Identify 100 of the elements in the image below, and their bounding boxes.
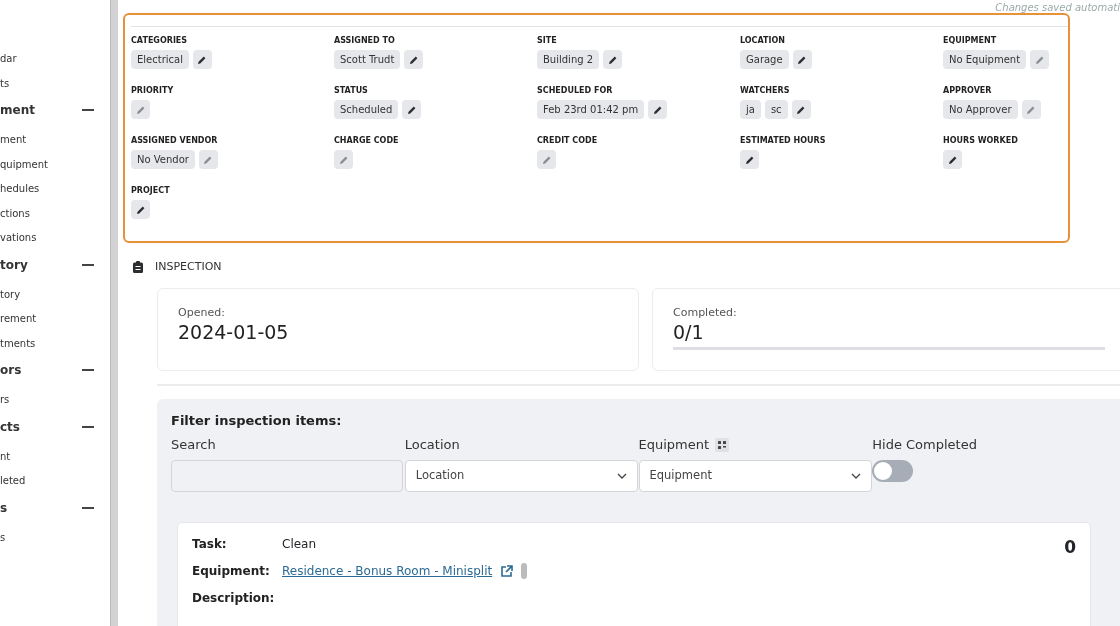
value-chip[interactable]: Feb 23rd 01:42 pm <box>537 100 645 119</box>
sidebar-item[interactable]: quipment <box>0 158 48 170</box>
sidebar-heading: ors <box>0 362 22 379</box>
pencil-icon <box>1034 54 1045 65</box>
field-label: SCHEDULED FOR <box>537 85 614 97</box>
collapse-icon[interactable] <box>82 506 94 509</box>
sidebar-item[interactable]: hedules <box>0 183 40 194</box>
field-label: Task: <box>192 536 228 553</box>
field-label: Equipment <box>638 436 710 455</box>
value-chip[interactable]: Garage <box>740 50 789 69</box>
dropdown-field[interactable]: Equipment <box>638 460 872 492</box>
search-field[interactable] <box>171 460 403 492</box>
stat-value: 2024-01-05 <box>178 321 290 344</box>
scrollbar[interactable] <box>110 0 118 626</box>
pencil-icon <box>947 154 958 165</box>
field-label: CREDIT CODE <box>537 135 599 147</box>
value-chip[interactable]: Scott Trudt <box>334 50 401 69</box>
value-chip[interactable]: No Vendor <box>131 150 195 169</box>
edit-button[interactable] <box>192 50 212 69</box>
sidebar-item[interactable]: leted <box>0 475 26 486</box>
stat-label: Opened: <box>178 304 226 321</box>
pencil-icon <box>406 104 417 115</box>
sidebar-item[interactable]: tments <box>0 337 36 349</box>
value-chip[interactable]: No Approver <box>943 100 1018 119</box>
toggle-switch[interactable] <box>872 460 914 482</box>
field-label: CHARGE CODE <box>334 135 400 147</box>
pencil-icon <box>338 154 349 165</box>
pencil-icon <box>797 54 808 65</box>
edit-button[interactable] <box>402 100 422 119</box>
stat-label: Completed: <box>673 304 738 321</box>
value-chip[interactable]: Building 2 <box>537 50 600 69</box>
field-label: ASSIGNED VENDOR <box>131 135 219 147</box>
field-label: SITE <box>537 35 558 47</box>
dropdown-field[interactable]: Location <box>404 460 638 492</box>
value-chip[interactable]: sc <box>764 100 788 119</box>
pencil-icon <box>203 154 214 165</box>
equipment-link[interactable]: Residence - Bonus Room - Minisplit <box>282 562 493 580</box>
field-label: EQUIPMENT <box>943 35 998 47</box>
edit-button[interactable] <box>603 50 623 69</box>
edit-button[interactable] <box>943 150 962 169</box>
pencil-icon <box>744 154 755 165</box>
field-label: HOURS WORKED <box>943 135 1019 147</box>
stat-value: 0/1 <box>673 321 705 344</box>
pencil-icon <box>652 104 663 115</box>
field-label: Search <box>171 436 216 455</box>
filter-title: Filter inspection items: <box>171 411 343 430</box>
field-label: Description: <box>192 590 276 607</box>
field-label: ESTIMATED HOURS <box>740 135 827 147</box>
edit-button[interactable] <box>740 150 759 169</box>
field-label: Location <box>404 436 460 455</box>
value-chip[interactable]: Scheduled <box>334 100 399 119</box>
sidebar-item[interactable]: ment <box>0 134 27 145</box>
sidebar-item[interactable]: s <box>0 531 6 543</box>
sidebar-item[interactable]: ctions <box>0 207 30 219</box>
pencil-icon <box>408 54 419 65</box>
field-label: STATUS <box>334 85 369 97</box>
edit-button[interactable] <box>131 200 150 219</box>
field-label: ASSIGNED TO <box>334 35 396 47</box>
field-label: LOCATION <box>740 35 786 47</box>
field-label: Hide Completed <box>872 436 977 455</box>
collapse-icon[interactable] <box>82 263 94 266</box>
sidebar-heading: tory <box>0 256 28 274</box>
edit-button[interactable] <box>648 100 668 119</box>
value-chip[interactable]: No Equipment <box>943 50 1027 69</box>
sidebar-heading: ment <box>0 102 35 119</box>
sidebar-item[interactable]: rs <box>0 394 10 405</box>
field-label: Equipment: <box>192 563 271 580</box>
pencil-icon <box>1026 104 1036 115</box>
pencil-icon <box>197 54 208 65</box>
field-label: CATEGORIES <box>131 35 189 47</box>
sidebar-item[interactable]: tory <box>0 288 21 300</box>
edit-button[interactable] <box>791 100 811 119</box>
edit-button[interactable] <box>792 50 812 69</box>
field-label: PRIORITY <box>131 85 175 97</box>
field-label: WATCHERS <box>740 85 791 97</box>
clipboard-icon <box>133 261 143 274</box>
pencil-icon <box>135 204 146 215</box>
handle-icon <box>521 563 528 579</box>
sidebar-item[interactable]: vations <box>0 232 37 243</box>
field-value: Clean <box>282 536 317 553</box>
sidebar-item[interactable]: nt <box>0 450 11 462</box>
sidebar-item[interactable]: ts <box>0 77 10 89</box>
pencil-icon <box>135 104 146 115</box>
section-title: INSPECTION <box>155 259 222 275</box>
collapse-icon[interactable] <box>82 425 94 428</box>
field-label: APPROVER <box>943 85 993 97</box>
chevron-icon <box>850 473 861 479</box>
pencil-icon <box>607 54 618 65</box>
qr-code-icon[interactable] <box>715 438 730 452</box>
field-label: PROJECT <box>131 185 171 197</box>
sidebar-item[interactable]: rement <box>0 313 37 324</box>
sidebar-heading: cts <box>0 418 20 436</box>
external-link-icon[interactable] <box>500 564 514 578</box>
sidebar-item[interactable]: dar <box>0 53 17 64</box>
chevron-icon <box>616 473 627 479</box>
value-chip[interactable]: ja <box>740 100 761 119</box>
edit-button[interactable] <box>404 50 424 69</box>
save-status: Changes saved automati <box>995 1 1120 15</box>
value-chip[interactable]: Electrical <box>131 50 189 69</box>
sidebar-heading: s <box>0 499 8 517</box>
